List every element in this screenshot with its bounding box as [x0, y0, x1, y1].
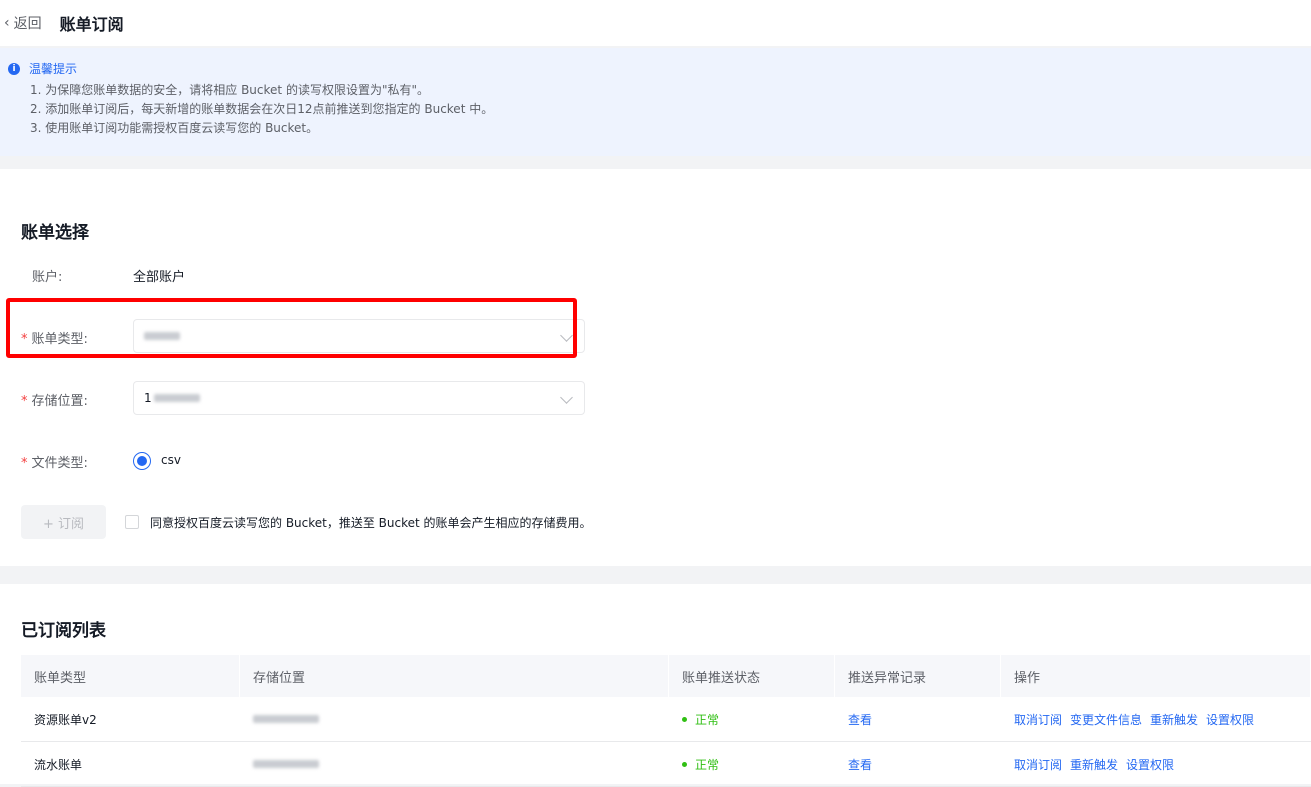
status-cell: 正常 — [669, 711, 835, 728]
column-header: 账单推送状态 — [669, 655, 835, 697]
subscribed-table: 账单类型 存储位置 账单推送状态 推送异常记录 操作 资源账单v2 正常 查看 … — [21, 655, 1311, 787]
chevron-down-icon — [560, 329, 573, 342]
column-header: 操作 — [1001, 655, 1311, 697]
cancel-subscription-link[interactable]: 取消订阅 — [1014, 711, 1062, 728]
storage-cell — [240, 760, 669, 768]
back-label: 返回 — [13, 16, 42, 32]
change-file-info-link[interactable]: 变更文件信息 — [1070, 711, 1142, 728]
tip-panel: i 温馨提示 1. 为保障您账单数据的安全，请将相应 Bucket 的读写权限设… — [0, 48, 1311, 156]
cancel-subscription-link[interactable]: 取消订阅 — [1014, 756, 1062, 773]
record-cell: 查看 — [835, 711, 1001, 728]
storage-value-prefix: 1 — [144, 391, 152, 405]
bill-type-select[interactable] — [133, 319, 585, 353]
subscribe-button[interactable]: + 订阅 — [21, 505, 106, 539]
storage-select[interactable]: 1 — [133, 381, 585, 415]
status-dot-icon — [682, 716, 687, 722]
bill-select-card — [0, 169, 1311, 566]
bill-type-cell: 流水账单 — [34, 757, 83, 772]
blurred-value — [253, 715, 319, 723]
file-type-label: * 文件类型: — [21, 456, 88, 471]
info-icon: i — [8, 62, 20, 75]
storage-label: * 存储位置: — [21, 394, 88, 409]
back-button[interactable]: ‹ 返回 — [4, 13, 42, 33]
tip-item: 1. 为保障您账单数据的安全，请将相应 Bucket 的读写权限设置为"私有"。 — [30, 83, 429, 97]
actions-cell: 取消订阅 变更文件信息 重新触发 设置权限 — [1001, 711, 1311, 728]
csv-radio[interactable] — [133, 452, 151, 470]
set-permission-link[interactable]: 设置权限 — [1206, 711, 1254, 728]
view-link[interactable]: 查看 — [848, 756, 872, 773]
tip-list: 1. 为保障您账单数据的安全，请将相应 Bucket 的读写权限设置为"私有"。… — [30, 81, 1311, 138]
status-text: 正常 — [695, 757, 720, 772]
record-cell: 查看 — [835, 756, 1001, 773]
blurred-value — [153, 394, 200, 402]
set-permission-link[interactable]: 设置权限 — [1126, 756, 1174, 773]
status-dot-icon — [682, 761, 687, 767]
status-cell: 正常 — [669, 756, 835, 773]
bill-type-cell: 资源账单v2 — [34, 712, 97, 727]
bill-select-title: 账单选择 — [21, 223, 89, 243]
column-header: 存储位置 — [240, 655, 669, 697]
table-header: 账单类型 存储位置 账单推送状态 推送异常记录 操作 — [21, 655, 1311, 697]
subscribed-title: 已订阅列表 — [21, 621, 106, 641]
table-row: 流水账单 正常 查看 取消订阅 重新触发 设置权限 — [21, 742, 1311, 787]
required-mark: * — [21, 332, 28, 347]
actions-cell: 取消订阅 重新触发 设置权限 — [1001, 756, 1311, 773]
column-header: 推送异常记录 — [835, 655, 1001, 697]
tip-title: 温馨提示 — [29, 62, 78, 76]
view-link[interactable]: 查看 — [848, 711, 872, 728]
blurred-value — [253, 760, 319, 768]
account-value: 全部账户 — [133, 270, 186, 285]
tip-item: 2. 添加账单订阅后，每天新增的账单数据会在次日12点前推送到您指定的 Buck… — [30, 102, 494, 116]
csv-radio-label: csv — [161, 453, 181, 467]
bill-type-label: * 账单类型: — [21, 332, 88, 347]
agree-label: 同意授权百度云读写您的 Bucket，推送至 Bucket 的账单会产生相应的存… — [150, 516, 592, 530]
storage-cell — [240, 715, 669, 723]
account-label: 账户: — [32, 270, 63, 285]
chevron-left-icon: ‹ — [4, 15, 10, 31]
tip-item: 3. 使用账单订阅功能需授权百度云读写您的 Bucket。 — [30, 121, 319, 135]
required-mark: * — [21, 456, 28, 471]
retrigger-link[interactable]: 重新触发 — [1070, 756, 1118, 773]
status-text: 正常 — [695, 712, 720, 727]
agree-checkbox[interactable] — [125, 515, 139, 529]
required-mark: * — [21, 394, 28, 409]
radio-dot — [137, 456, 147, 466]
page-header: ‹ 返回 账单订阅 — [0, 0, 1311, 46]
page-title: 账单订阅 — [59, 15, 124, 34]
column-header: 账单类型 — [21, 655, 240, 697]
chevron-down-icon — [560, 391, 573, 404]
table-row: 资源账单v2 正常 查看 取消订阅 变更文件信息 重新触发 设置权限 — [21, 697, 1311, 742]
blurred-value — [144, 332, 180, 340]
retrigger-link[interactable]: 重新触发 — [1150, 711, 1198, 728]
